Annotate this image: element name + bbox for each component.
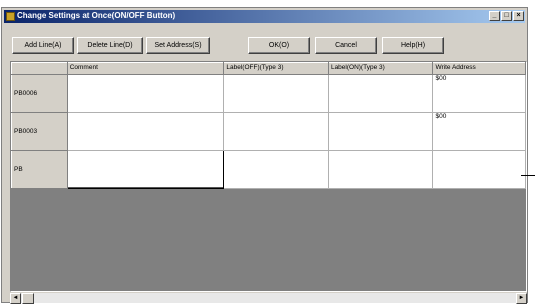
corner-cell [11,62,68,75]
comment-cell[interactable] [66,74,225,113]
scroll-right-arrow-icon[interactable]: ► [516,293,527,304]
column-header-label-on[interactable]: Label(ON)(Type 3) [327,62,434,75]
label-on-cell[interactable] [327,150,434,189]
column-header-label-off[interactable]: Label(OFF)(Type 3) [223,62,329,75]
table-header-row: Comment Label(OFF)(Type 3) Label(ON)(Typ… [11,62,526,75]
delete-line-button[interactable]: Delete Line(D) [77,37,143,54]
label-on-cell[interactable] [327,112,434,151]
maximize-button[interactable]: □ [501,11,512,21]
comment-cell[interactable] [66,112,225,151]
column-header-write-address[interactable]: Write Address [432,62,526,75]
window-title: Change Settings at Once(ON/OFF Button) [17,11,176,20]
settings-grid: Comment Label(OFF)(Type 3) Label(ON)(Typ… [10,61,527,292]
label-on-cell[interactable] [327,74,434,113]
row-header[interactable]: PB [11,150,68,189]
row-header[interactable]: PB0003 [11,112,68,151]
table-row: PB0003 $00 [11,112,526,151]
cancel-button[interactable]: Cancel [315,37,377,54]
ok-button[interactable]: OK(O) [248,37,310,54]
label-off-cell[interactable] [223,150,329,189]
title-bar[interactable]: Change Settings at Once(ON/OFF Button) _… [4,10,525,23]
set-address-button[interactable]: Set Address(S) [146,37,210,54]
callout-leader-line [521,175,535,176]
table-row: PB0006 $00 [11,74,526,113]
minimize-button[interactable]: _ [489,11,500,21]
table-row: PB [11,150,526,189]
comment-edit-field[interactable] [66,150,225,189]
horizontal-scrollbar[interactable]: ◄ ► [10,292,527,304]
scroll-left-arrow-icon[interactable]: ◄ [10,293,21,304]
add-line-button[interactable]: Add Line(A) [12,37,74,54]
write-address-cell[interactable]: $00 [432,74,526,113]
app-icon [6,12,15,21]
help-button[interactable]: Help(H) [382,37,444,54]
write-address-cell[interactable] [432,150,526,189]
close-button[interactable]: × [513,11,524,21]
scroll-thumb[interactable] [22,293,34,304]
settings-table: Comment Label(OFF)(Type 3) Label(ON)(Typ… [11,62,526,189]
column-header-comment[interactable]: Comment [66,62,225,75]
label-off-cell[interactable] [223,112,329,151]
write-address-cell[interactable]: $00 [432,112,526,151]
row-header[interactable]: PB0006 [11,74,68,113]
change-settings-dialog: Change Settings at Once(ON/OFF Button) _… [1,7,528,304]
label-off-cell[interactable] [223,74,329,113]
